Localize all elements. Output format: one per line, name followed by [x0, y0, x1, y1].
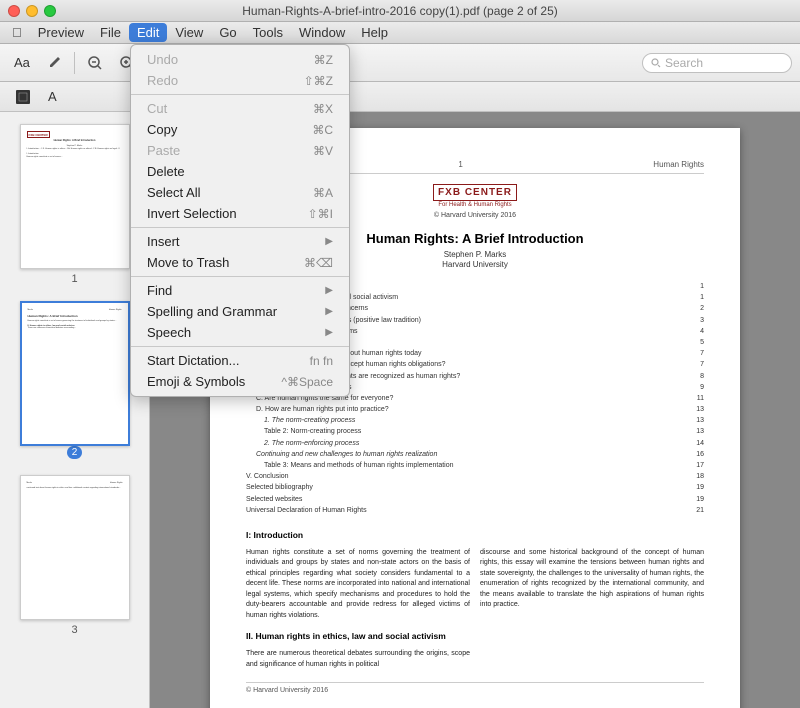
move-to-trash-shortcut: ⌘⌫ [304, 256, 333, 270]
menu-item-undo[interactable]: Undo ⌘Z [131, 49, 349, 70]
undo-shortcut: ⌘Z [314, 53, 333, 67]
menu-item-cut[interactable]: Cut ⌘X [131, 98, 349, 119]
invert-selection-shortcut: ⇧⌘I [308, 207, 333, 221]
menu-item-copy[interactable]: Copy ⌘C [131, 119, 349, 140]
menu-item-insert[interactable]: Insert [131, 231, 349, 252]
menu-item-invert-selection[interactable]: Invert Selection ⇧⌘I [131, 203, 349, 224]
dictation-label: Start Dictation... [147, 353, 239, 368]
emoji-label: Emoji & Symbols [147, 374, 245, 389]
select-all-label: Select All [147, 185, 200, 200]
find-label: Find [147, 283, 172, 298]
undo-label: Undo [147, 52, 178, 67]
menu-item-delete[interactable]: Delete [131, 161, 349, 182]
copy-label: Copy [147, 122, 177, 137]
dropdown-overlay[interactable]: Undo ⌘Z Redo ⇧⌘Z Cut ⌘X Copy ⌘C Paste ⌘V… [0, 0, 800, 708]
insert-label: Insert [147, 234, 180, 249]
paste-shortcut: ⌘V [313, 144, 333, 158]
spelling-label: Spelling and Grammar [147, 304, 277, 319]
invert-selection-label: Invert Selection [147, 206, 237, 221]
cut-label: Cut [147, 101, 167, 116]
menu-item-move-to-trash[interactable]: Move to Trash ⌘⌫ [131, 252, 349, 273]
menu-item-find[interactable]: Find [131, 280, 349, 301]
edit-dropdown-menu: Undo ⌘Z Redo ⇧⌘Z Cut ⌘X Copy ⌘C Paste ⌘V… [130, 44, 350, 397]
delete-label: Delete [147, 164, 185, 179]
menu-item-emoji[interactable]: Emoji & Symbols ^⌘Space [131, 371, 349, 392]
redo-label: Redo [147, 73, 178, 88]
emoji-shortcut: ^⌘Space [281, 375, 333, 389]
menu-item-dictation[interactable]: Start Dictation... fn fn [131, 350, 349, 371]
separator-1 [131, 94, 349, 95]
menu-item-paste[interactable]: Paste ⌘V [131, 140, 349, 161]
cut-shortcut: ⌘X [313, 102, 333, 116]
select-all-shortcut: ⌘A [313, 186, 333, 200]
separator-3 [131, 276, 349, 277]
menu-item-redo[interactable]: Redo ⇧⌘Z [131, 70, 349, 91]
menu-item-speech[interactable]: Speech [131, 322, 349, 343]
copy-shortcut: ⌘C [312, 123, 333, 137]
menu-item-select-all[interactable]: Select All ⌘A [131, 182, 349, 203]
separator-2 [131, 227, 349, 228]
separator-4 [131, 346, 349, 347]
paste-label: Paste [147, 143, 180, 158]
speech-label: Speech [147, 325, 191, 340]
redo-shortcut: ⇧⌘Z [304, 74, 333, 88]
move-to-trash-label: Move to Trash [147, 255, 229, 270]
menu-item-spelling[interactable]: Spelling and Grammar [131, 301, 349, 322]
dictation-shortcut: fn fn [310, 354, 333, 368]
